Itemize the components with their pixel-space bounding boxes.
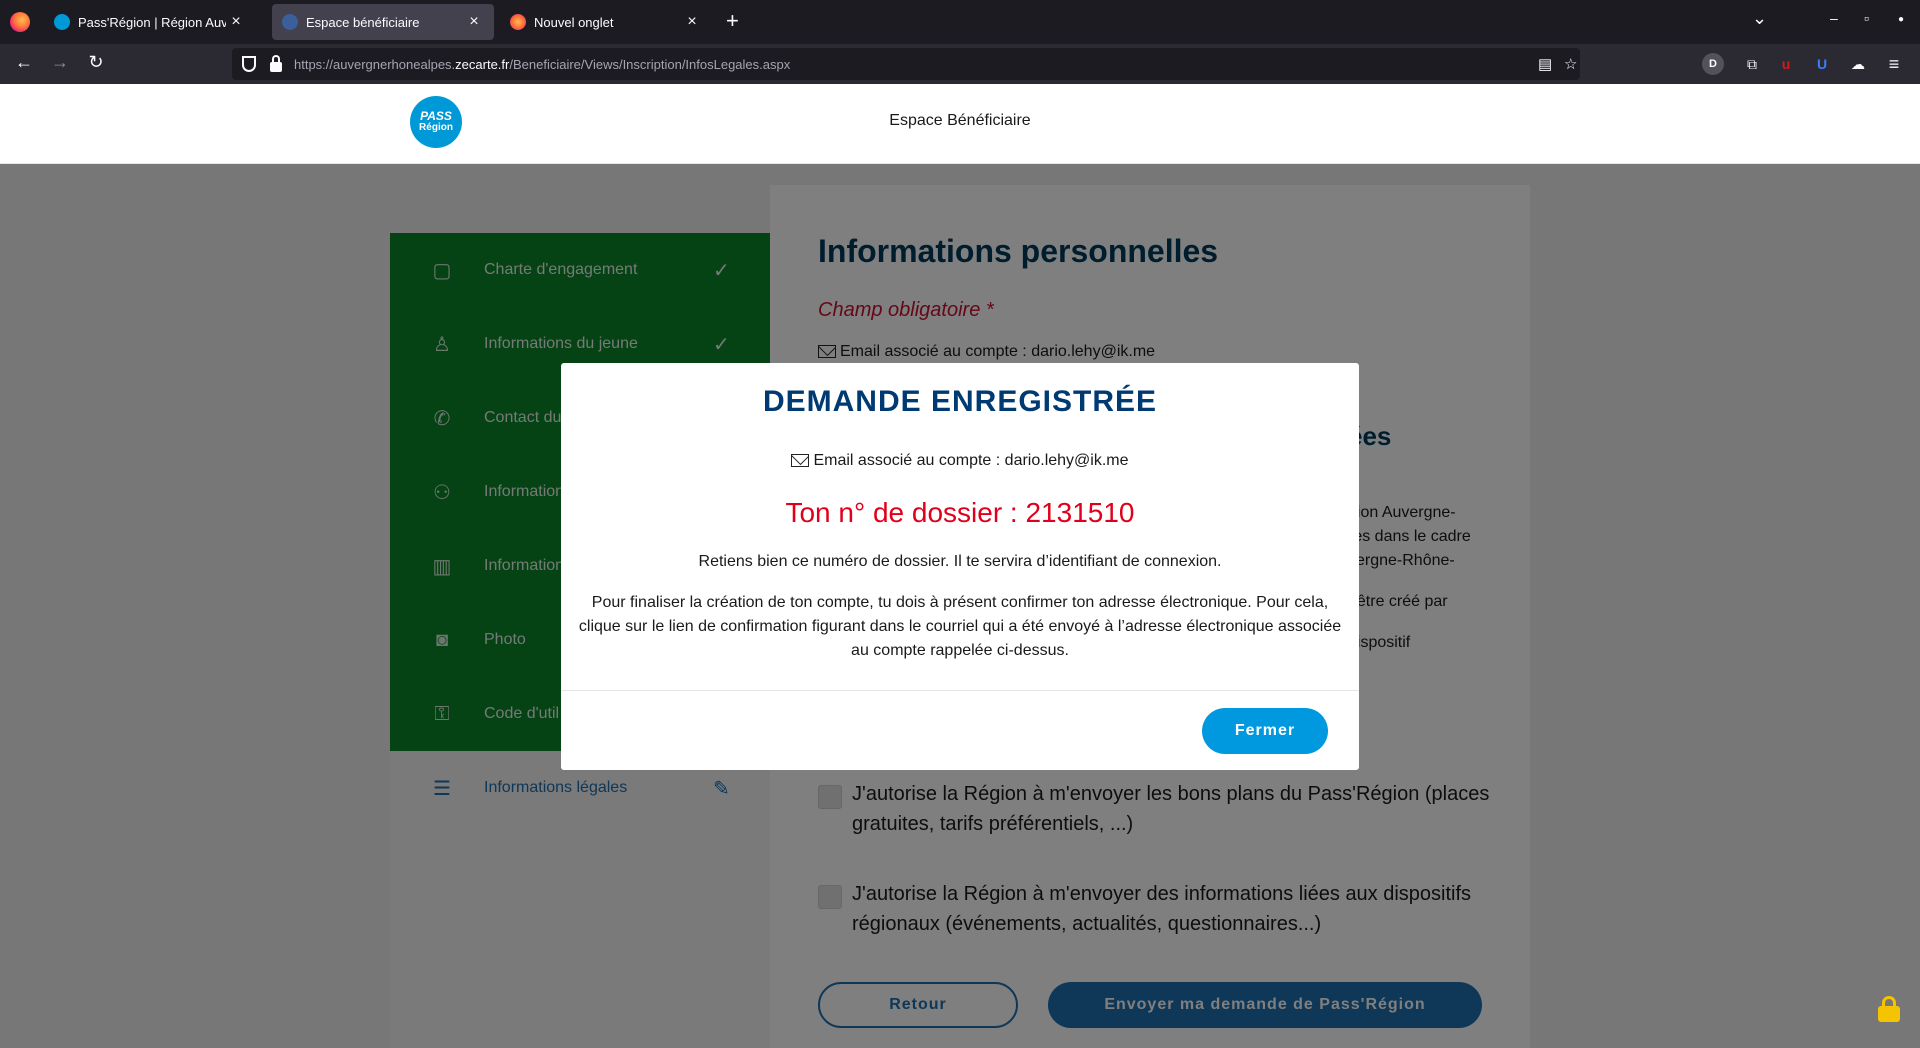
browser-tab-bar: Pass'Région | Région Auvergne-Rhône-Alpe… [0, 0, 1920, 44]
close-modal-button[interactable]: Fermer [1202, 708, 1328, 754]
maximize-icon[interactable]: ▫ [1864, 10, 1869, 26]
tab-title: Nouvel onglet [534, 14, 614, 30]
tracking-protection-icon[interactable] [242, 56, 256, 72]
extensions-puzzle-icon[interactable]: ⧉ [1738, 50, 1766, 78]
tab-pass-region[interactable]: Pass'Région | Région Auvergne-Rhône-Alpe… [44, 4, 256, 40]
url-text[interactable]: https://auvergnerhonealpes.zecarte.fr/Be… [294, 57, 790, 72]
modal-confirm-instructions: Pour finaliser la création de ton compte… [578, 594, 1342, 659]
header-title: Espace Bénéficiaire [889, 112, 1031, 129]
forward-icon[interactable]: → [48, 52, 72, 73]
close-tab-icon[interactable]: × [682, 13, 702, 31]
confirmation-modal: DEMANDE ENREGISTRÉE Email associé au com… [561, 363, 1359, 770]
close-tab-icon[interactable]: × [226, 13, 246, 31]
bookmark-star-icon[interactable]: ☆ [1564, 55, 1577, 73]
back-icon[interactable]: ← [12, 52, 36, 73]
browser-nav-bar: ← → ↻ https://auvergnerhonealpes.zecarte… [0, 44, 1920, 84]
list-all-tabs-icon[interactable]: ⌄ [1752, 8, 1767, 29]
close-tab-icon[interactable]: × [464, 13, 484, 31]
reader-view-icon[interactable]: ▤ [1538, 55, 1552, 73]
lock-icon[interactable] [270, 55, 282, 72]
app-menu-icon[interactable]: ≡ [1880, 50, 1908, 78]
modal-divider [561, 690, 1359, 691]
tab-title: Pass'Région | Région Auvergne-Rhône-Alpe… [78, 14, 226, 30]
cloud-extension-icon[interactable]: ☁ [1844, 50, 1872, 78]
page-viewport: PASS Région Espace Bénéficiaire ▢ Charte… [0, 84, 1920, 1048]
pass-region-favicon-icon [54, 14, 70, 30]
ublock-icon[interactable]: u [1772, 50, 1800, 78]
tab-nouvel-onglet[interactable]: Nouvel onglet × [500, 4, 712, 40]
address-bar[interactable]: https://auvergnerhonealpes.zecarte.fr/Be… [232, 48, 1580, 80]
bitwarden-icon[interactable]: U [1808, 50, 1836, 78]
reload-icon[interactable]: ↻ [84, 52, 108, 73]
new-tab-icon[interactable]: + [726, 10, 739, 32]
dossier-number: Ton n° de dossier : 2131510 [785, 497, 1135, 528]
envelope-icon [791, 454, 810, 467]
modal-account-email: Email associé au compte : dario.lehy@ik.… [561, 452, 1359, 470]
modal-email-text: Email associé au compte : dario.lehy@ik.… [813, 452, 1129, 469]
modal-title: DEMANDE ENREGISTRÉE [762, 385, 1158, 418]
tab-espace-beneficiaire[interactable]: Espace bénéficiaire × [272, 4, 494, 40]
minimize-icon[interactable]: – [1830, 10, 1838, 26]
firefox-favicon-icon [510, 14, 526, 30]
site-header: PASS Région Espace Bénéficiaire [0, 84, 1920, 164]
espace-favicon-icon [282, 14, 298, 30]
firefox-logo-icon[interactable] [10, 12, 30, 32]
modal-identifier-note: Retiens bien ce numéro de dossier. Il te… [698, 553, 1222, 570]
padlock-body [1878, 1006, 1900, 1022]
tab-title: Espace bénéficiaire [306, 14, 420, 30]
extension-d-icon[interactable]: D [1702, 53, 1724, 75]
close-window-icon[interactable]: ● [1898, 14, 1904, 25]
padlock-icon[interactable] [1878, 996, 1900, 1022]
